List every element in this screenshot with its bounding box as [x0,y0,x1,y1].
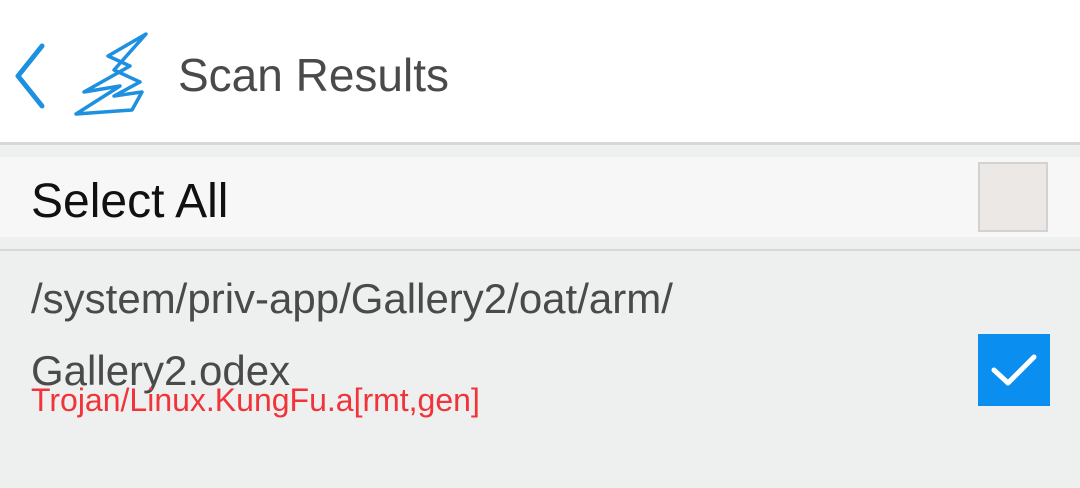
header-gap [0,145,1080,157]
select-all-row[interactable]: Select All [0,157,1080,237]
checkmark-icon [991,354,1037,386]
select-all-checkbox[interactable] [978,162,1048,232]
chevron-left-icon [15,43,45,109]
page-title: Scan Results [178,49,450,101]
back-button[interactable] [0,30,60,120]
select-all-label: Select All [31,175,229,228]
app-header: Scan Results [0,0,1080,145]
result-file-path-line1: /system/priv-app/Gallery2/oat/arm/ [31,275,673,322]
scan-result-item[interactable]: /system/priv-app/Gallery2/oat/arm/ Galle… [0,251,1080,488]
result-checkbox[interactable] [978,334,1050,406]
result-threat-name: Trojan/Linux.KungFu.a[rmt,gen] [31,382,480,418]
app-logo-icon [74,32,148,116]
